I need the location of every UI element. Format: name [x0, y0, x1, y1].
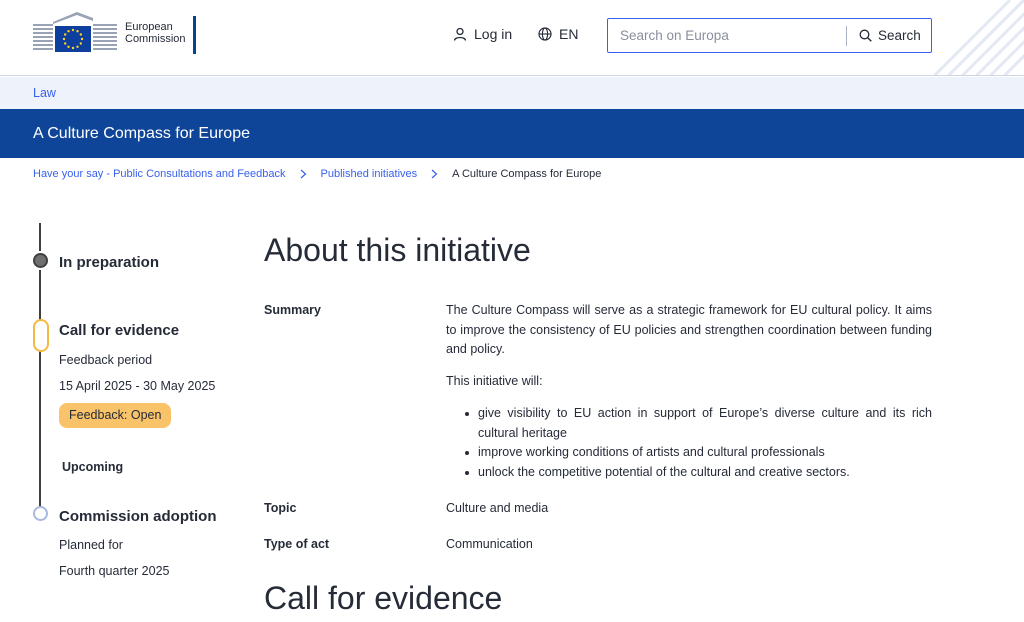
language-label: EN [559, 26, 579, 42]
about-heading: About this initiative [264, 232, 531, 268]
planned-for-label: Planned for [59, 538, 123, 552]
stage-commission-adoption: Commission adoption [59, 508, 217, 525]
breadcrumb-link-have-your-say[interactable]: Have your say - Public Consultations and… [33, 168, 286, 180]
initiative-goals-list: give visibility to EU action in support … [460, 404, 932, 482]
list-item: give visibility to EU action in support … [460, 404, 932, 443]
globe-icon [538, 27, 552, 41]
type-of-act-label: Type of act [264, 537, 330, 551]
site-name-bar: Law [0, 77, 1024, 109]
chevron-right-icon [431, 169, 438, 179]
language-selector[interactable]: EN [538, 26, 578, 42]
timeline-marker-completed [33, 253, 48, 268]
user-icon [453, 27, 467, 41]
status-badge: Feedback: Open [59, 403, 172, 428]
logo-text: European Commission [125, 21, 186, 46]
topic-label: Topic [264, 501, 297, 515]
page-header-bar: A Culture Compass for Europe [0, 109, 1024, 158]
call-for-evidence-heading: Call for evidence [264, 580, 503, 616]
login-link[interactable]: Log in [453, 26, 512, 42]
type-of-act-value: Communication [446, 537, 533, 551]
page-title: A Culture Compass for Europe [33, 125, 250, 142]
stage-in-preparation: In preparation [59, 254, 160, 271]
breadcrumb-link-published-initiatives[interactable]: Published initiatives [321, 168, 418, 180]
logo-divider [193, 16, 196, 54]
search-button-label: Search [878, 28, 921, 43]
upcoming-label: Upcoming [62, 460, 124, 474]
breadcrumb-current: A Culture Compass for Europe [452, 168, 602, 180]
feedback-period-label: Feedback period [59, 353, 153, 367]
search-button[interactable]: Search [847, 28, 921, 43]
breadcrumb: Have your say - Public Consultations and… [33, 168, 601, 180]
chevron-right-icon [300, 169, 307, 179]
ec-logo-icon [33, 12, 117, 52]
header-decoration [934, 0, 1024, 75]
topic-value: Culture and media [446, 501, 549, 515]
european-commission-logo[interactable]: European Commission [33, 12, 186, 54]
summary-text: The Culture Compass will serve as a stra… [446, 303, 932, 356]
site-header: European Commission Log in EN Search [0, 0, 1024, 76]
login-label: Log in [474, 26, 513, 42]
site-name-link[interactable]: Law [33, 86, 56, 100]
logo-line-1: European [125, 20, 173, 33]
timeline-marker-current [33, 319, 49, 352]
search-input[interactable] [608, 19, 846, 52]
planned-for-value: Fourth quarter 2025 [59, 564, 170, 578]
search-icon [859, 29, 872, 42]
logo-line-2: Commission [125, 33, 186, 45]
summary-label: Summary [264, 303, 321, 317]
timeline-marker-upcoming [33, 506, 48, 521]
feedback-period-dates: 15 April 2025 - 30 May 2025 [59, 379, 216, 393]
initiative-will-intro: This initiative will: [446, 374, 543, 388]
search-form: Search [607, 18, 932, 53]
list-item: improve working conditions of artists an… [460, 443, 932, 463]
stage-call-for-evidence: Call for evidence [59, 322, 180, 339]
list-item: unlock the competitive potential of the … [460, 463, 932, 483]
